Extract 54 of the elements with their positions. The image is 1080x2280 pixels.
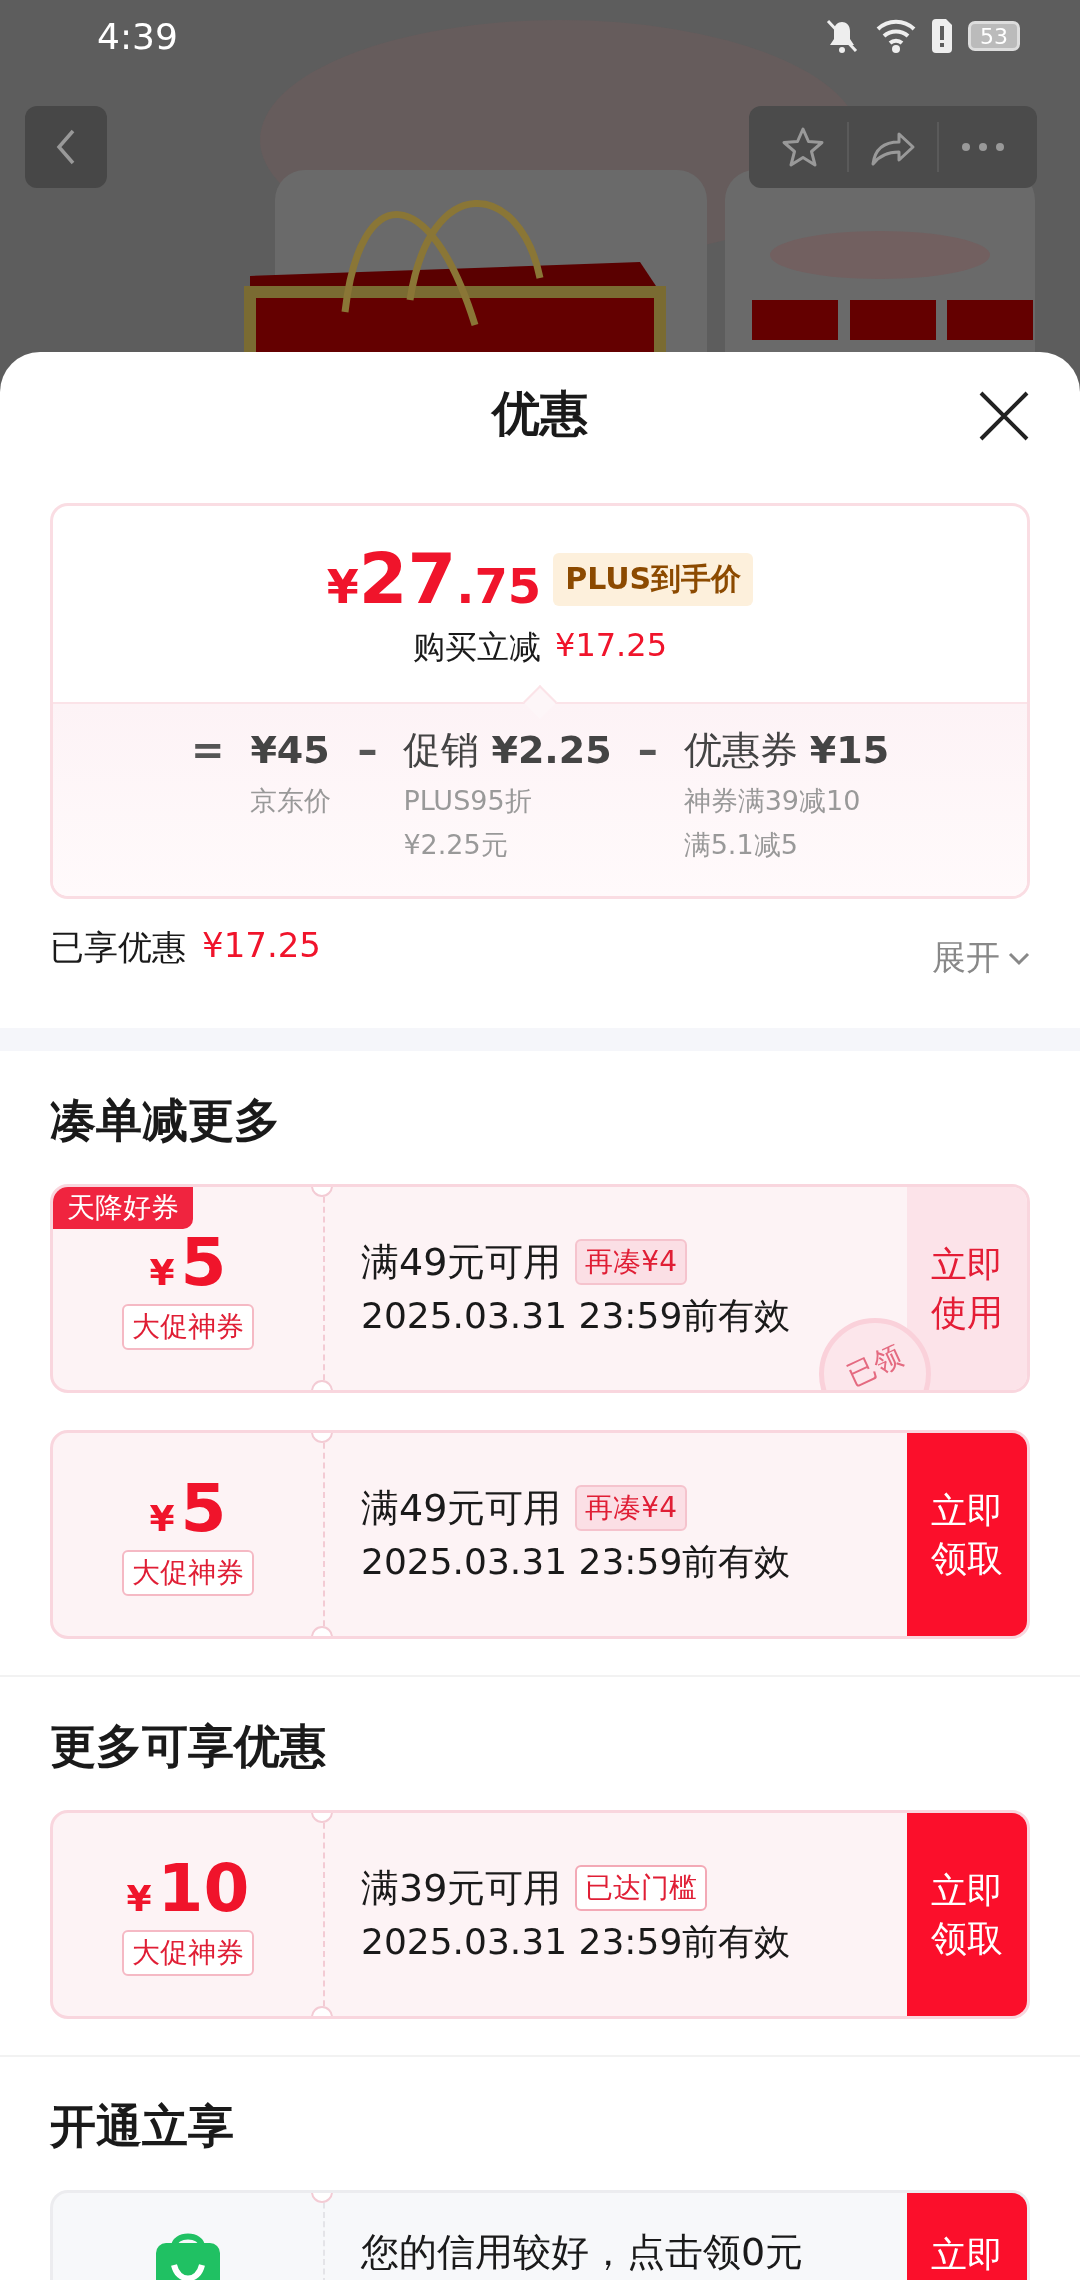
discount-label: 已享优惠 xyxy=(50,926,186,969)
coupon-validity: 2025.03.31 23:59前有效 xyxy=(361,1293,792,1338)
section-title: 凑单减更多 xyxy=(50,1092,281,1145)
expand-button[interactable]: 展开 xyxy=(932,925,1030,981)
breakdown-amount: ¥45 xyxy=(250,727,331,774)
close-icon xyxy=(978,390,1030,442)
chevron-icon xyxy=(1008,950,1030,966)
use-button[interactable]: 立即使用 xyxy=(907,1187,1027,1390)
section-title: 更多可享优惠 xyxy=(50,1718,327,1771)
battery-level: 53 xyxy=(968,21,1020,51)
star-icon xyxy=(781,126,825,168)
discount-amount: ¥17.25 xyxy=(202,925,321,967)
coupon-condition: 满39元可用 xyxy=(361,1864,562,1912)
sim-alert-icon xyxy=(930,19,954,53)
breakdown-note: PLUS95折 xyxy=(403,784,533,818)
coupon-validity: 2025.03.31 23:59前有效 xyxy=(361,1919,792,1964)
claim-button[interactable]: 立即领取 xyxy=(907,1813,1027,2016)
coupon-amount: ¥5 xyxy=(149,1473,227,1544)
coupon-amount: ¥5 xyxy=(149,1227,227,1298)
coupon-hint: 再凑¥4 xyxy=(575,1485,687,1531)
coupon-condition: 满49元可用 xyxy=(361,1484,562,1532)
section-title: 开通立享 xyxy=(50,2098,235,2151)
back-button[interactable] xyxy=(25,106,107,188)
coupon-amount: ¥10 xyxy=(126,1853,250,1924)
saving-label: 购买立减 xyxy=(413,627,541,668)
saving-amount: ¥17.25 xyxy=(555,626,667,666)
claim-button[interactable]: 立即 xyxy=(907,2193,1027,2280)
more-icon xyxy=(961,142,1005,152)
breakdown-note: 神券满39减10 xyxy=(683,784,862,818)
coupon-tag: 天降好券 xyxy=(53,1187,193,1229)
close-button[interactable] xyxy=(978,390,1030,442)
operator-sign: – xyxy=(637,726,658,775)
status-time: 4:39 xyxy=(97,15,179,57)
coupon-type: 大促神券 xyxy=(122,1303,254,1350)
coupon-hint: 再凑¥4 xyxy=(575,1239,687,1285)
breakdown-note: 满5.1减5 xyxy=(683,828,799,862)
breakdown-note: ¥2.25元 xyxy=(403,828,509,862)
breakdown-amount: 促销 ¥2.25 xyxy=(403,727,612,774)
operator-sign: – xyxy=(357,726,378,775)
coupon-condition: 满49元可用 xyxy=(361,1238,562,1286)
breakdown-amount: 优惠券 ¥15 xyxy=(683,727,890,774)
claimed-stamp: 已领 xyxy=(819,1318,931,1390)
price-badge: PLUS到手价 xyxy=(553,552,754,606)
coupon-type: 大促神券 xyxy=(122,1929,254,1976)
coupon-hint: 已达门槛 xyxy=(575,1865,708,1911)
coupon-validity: 2025.03.31 23:59前有效 xyxy=(361,1539,792,1584)
coupon-type: 大促神券 xyxy=(122,1549,254,1596)
sheet-title: 优惠 xyxy=(492,384,588,443)
final-price: ¥27.75 xyxy=(326,538,542,620)
offer-message: 您的信用较好，点击领0元 xyxy=(361,2229,805,2275)
breakdown-note: 京东价 xyxy=(250,784,332,818)
wifi-icon xyxy=(876,17,916,55)
operator-sign: = xyxy=(190,726,225,775)
claim-button[interactable]: 立即领取 xyxy=(907,1433,1027,1636)
